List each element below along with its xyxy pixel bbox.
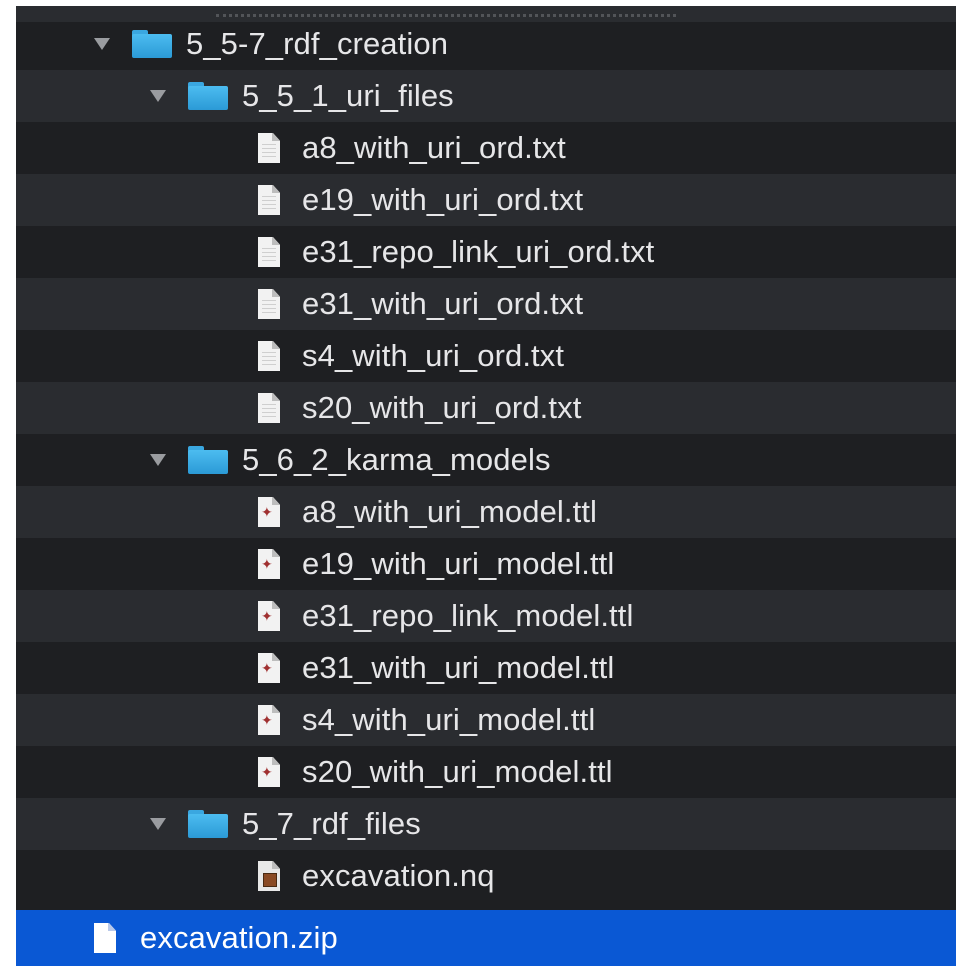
file-label: s4_with_uri_model.ttl — [302, 702, 596, 737]
file-row[interactable]: e19_with_uri_ord.txt — [16, 174, 956, 226]
text-file-icon — [258, 289, 280, 319]
file-tree-panel: 5_5-7_rdf_creation 5_5_1_uri_files a8_wi… — [16, 6, 956, 966]
file-row[interactable]: ✦ e19_with_uri_model.ttl — [16, 538, 956, 590]
file-label: e31_with_uri_ord.txt — [302, 286, 584, 321]
folder-label: 5_7_rdf_files — [242, 806, 421, 841]
ttl-file-icon: ✦ — [258, 653, 280, 683]
file-label: excavation.nq — [302, 858, 495, 893]
file-label: s20_with_uri_ord.txt — [302, 390, 582, 425]
file-row[interactable]: s4_with_uri_ord.txt — [16, 330, 956, 382]
file-row[interactable]: ✦ e31_with_uri_model.ttl — [16, 642, 956, 694]
file-label: s20_with_uri_model.ttl — [302, 754, 613, 789]
folder-icon — [188, 446, 228, 474]
folder-label: 5_5-7_rdf_creation — [186, 26, 449, 61]
file-label: a8_with_uri_model.ttl — [302, 494, 598, 529]
ttl-file-icon: ✦ — [258, 757, 280, 787]
disclosure-triangle-icon[interactable] — [150, 818, 166, 830]
file-row[interactable]: a8_with_uri_ord.txt — [16, 122, 956, 174]
folder-row-rdf-files[interactable]: 5_7_rdf_files — [16, 798, 956, 850]
file-label: a8_with_uri_ord.txt — [302, 130, 566, 165]
text-file-icon — [258, 341, 280, 371]
ttl-file-icon: ✦ — [258, 497, 280, 527]
folder-row-karma-models[interactable]: 5_6_2_karma_models — [16, 434, 956, 486]
disclosure-triangle-icon[interactable] — [94, 38, 110, 50]
file-label: e19_with_uri_ord.txt — [302, 182, 584, 217]
file-label: e31_repo_link_model.ttl — [302, 598, 634, 633]
file-row[interactable]: ✦ s4_with_uri_model.ttl — [16, 694, 956, 746]
folder-label: 5_6_2_karma_models — [242, 442, 551, 477]
file-label: e19_with_uri_model.ttl — [302, 546, 615, 581]
file-row-selected[interactable]: excavation.zip — [16, 910, 956, 966]
file-label: e31_repo_link_uri_ord.txt — [302, 234, 655, 269]
folder-row-rdf-creation[interactable]: 5_5-7_rdf_creation — [16, 18, 956, 70]
file-row[interactable]: excavation.nq — [16, 850, 956, 902]
text-file-icon — [258, 185, 280, 215]
file-row[interactable]: ✦ e31_repo_link_model.ttl — [16, 590, 956, 642]
file-label: e31_with_uri_model.ttl — [302, 650, 615, 685]
folder-icon — [132, 30, 172, 58]
nq-file-icon — [258, 861, 280, 891]
folder-icon — [188, 810, 228, 838]
ttl-file-icon: ✦ — [258, 601, 280, 631]
folder-label: 5_5_1_uri_files — [242, 78, 454, 113]
ttl-file-icon: ✦ — [258, 549, 280, 579]
file-row[interactable]: ✦ a8_with_uri_model.ttl — [16, 486, 956, 538]
file-label: excavation.zip — [140, 920, 338, 955]
text-file-icon — [258, 133, 280, 163]
file-row[interactable]: e31_with_uri_ord.txt — [16, 278, 956, 330]
folder-icon — [188, 82, 228, 110]
file-label: s4_with_uri_ord.txt — [302, 338, 565, 373]
folder-row-uri-files[interactable]: 5_5_1_uri_files — [16, 70, 956, 122]
file-row[interactable]: s20_with_uri_ord.txt — [16, 382, 956, 434]
disclosure-triangle-icon[interactable] — [150, 90, 166, 102]
disclosure-triangle-icon[interactable] — [150, 454, 166, 466]
text-file-icon — [258, 237, 280, 267]
ttl-file-icon: ✦ — [258, 705, 280, 735]
text-file-icon — [258, 393, 280, 423]
zip-file-icon — [94, 923, 116, 953]
file-row[interactable]: ✦ s20_with_uri_model.ttl — [16, 746, 956, 798]
file-row[interactable]: e31_repo_link_uri_ord.txt — [16, 226, 956, 278]
